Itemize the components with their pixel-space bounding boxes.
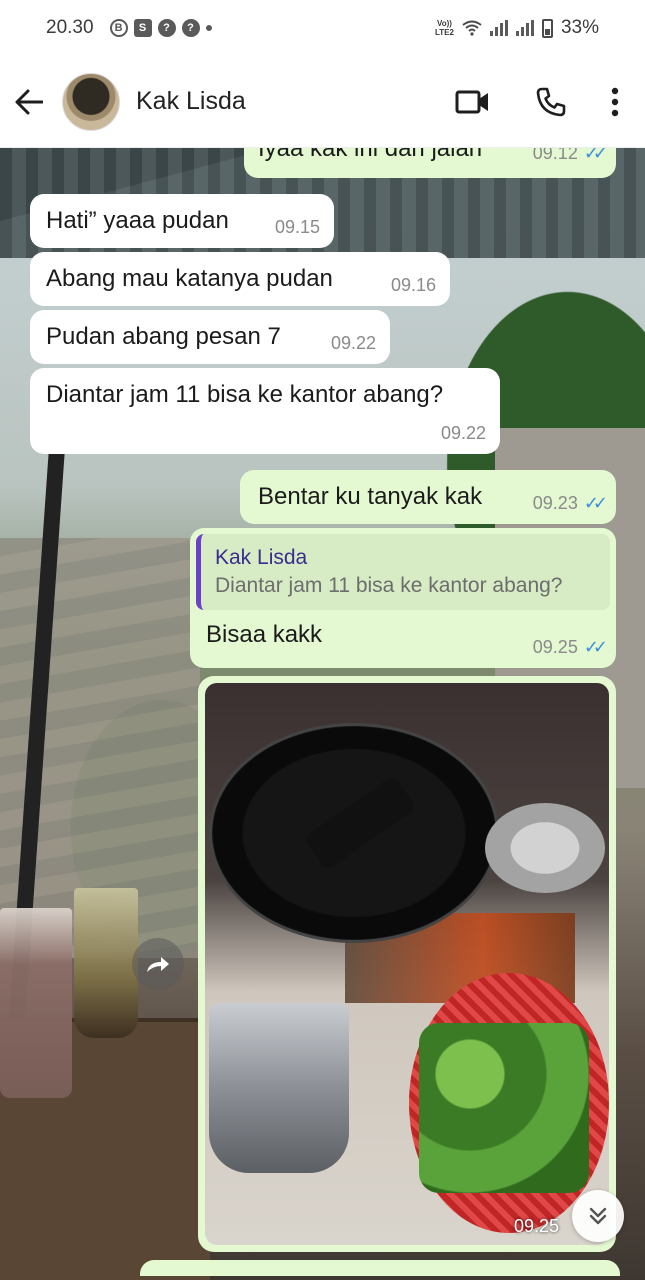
status-bar: 20.30 B S ? ? Vo)) LTE2 33% [0, 0, 645, 56]
message-text: Pudan abang pesan 7 [46, 323, 281, 350]
message-time: 09.22 [440, 423, 486, 443]
message-bubble-outgoing[interactable]: Iyaa kak ini dah jalan 09.12 ✓✓ [244, 148, 616, 178]
message-text: Hati” yaaa pudan [46, 207, 229, 234]
quoted-sender: Kak Lisda [215, 546, 308, 569]
message-text: Abang mau katanya pudan [46, 265, 333, 292]
double-chevron-down-icon [589, 1207, 607, 1225]
chat-header: Kak Lisda [0, 56, 645, 148]
message-bubble-incoming[interactable]: Diantar jam 11 bisa ke kantor abang? 09.… [30, 368, 500, 454]
chat-background: Iyaa kak ini dah jalan 09.12 ✓✓ Hati” ya… [0, 148, 645, 1280]
message-bubble-photo[interactable]: 09.25 [198, 676, 616, 1252]
wallpaper-drink [74, 888, 138, 1038]
message-bubble-outgoing-reply[interactable]: Kak Lisda Diantar jam 11 bisa ke kantor … [190, 528, 616, 668]
notification-b-icon: B [109, 19, 128, 37]
back-arrow-icon[interactable] [14, 87, 44, 117]
quoted-message[interactable]: Kak Lisda Diantar jam 11 bisa ke kantor … [196, 534, 610, 610]
message-bubble-incoming[interactable]: Hati” yaaa pudan 09.15 [30, 194, 334, 248]
message-bubble-incoming[interactable]: Abang mau katanya pudan 09.16 [30, 252, 450, 306]
notification-icon: ? [181, 19, 200, 37]
wifi-icon [462, 20, 482, 36]
read-ticks-icon: ✓✓ [583, 493, 608, 513]
signal-icon [489, 20, 508, 36]
forward-icon[interactable] [132, 938, 184, 990]
battery-percent: 33% [560, 17, 599, 38]
message-time: 09.15 [274, 217, 320, 237]
read-ticks-icon: ✓✓ [583, 148, 608, 163]
message-text: Bisaa kakk [206, 621, 323, 648]
read-ticks-icon: ✓✓ [583, 637, 608, 657]
message-text: Iyaa kak ini dah jalan [258, 148, 483, 162]
message-bubble-incoming[interactable]: Pudan abang pesan 7 09.22 [30, 310, 390, 364]
message-text: Bentar ku tanyak kak [258, 483, 483, 510]
message-time: 09.16 [390, 275, 436, 295]
status-time: 20.30 [46, 17, 94, 38]
video-call-icon[interactable] [455, 89, 491, 115]
message-time: 09.25 [513, 1216, 559, 1236]
battery-icon [541, 18, 553, 38]
photo-content [209, 1003, 349, 1173]
wallpaper-drink [0, 908, 72, 1098]
message-time: 09.22 [330, 333, 376, 353]
next-message-peek [140, 1260, 620, 1276]
notification-icon: ? [157, 19, 176, 37]
contact-name[interactable]: Kak Lisda [136, 87, 246, 116]
message-time: 09.12 [532, 148, 578, 163]
photo-content [485, 803, 605, 893]
volte-icon: Vo)) LTE2 [435, 19, 454, 37]
photo-attachment[interactable]: 09.25 [205, 683, 609, 1245]
photo-content [419, 1023, 589, 1193]
signal-icon [515, 20, 534, 36]
more-notifications-icon [205, 25, 212, 31]
message-time: 09.25 [532, 637, 578, 657]
message-time: 09.23 [532, 493, 578, 513]
message-bubble-outgoing[interactable]: Bentar ku tanyak kak 09.23 ✓✓ [240, 470, 616, 524]
more-vert-icon[interactable] [611, 87, 619, 117]
phone-icon[interactable] [535, 86, 567, 118]
scroll-to-bottom-button[interactable] [572, 1190, 624, 1242]
shop-bag-icon: S [133, 19, 152, 37]
message-text: Diantar jam 11 bisa ke kantor abang? [46, 381, 444, 408]
quoted-text: Diantar jam 11 bisa ke kantor abang? [215, 574, 563, 597]
avatar[interactable] [62, 72, 120, 131]
